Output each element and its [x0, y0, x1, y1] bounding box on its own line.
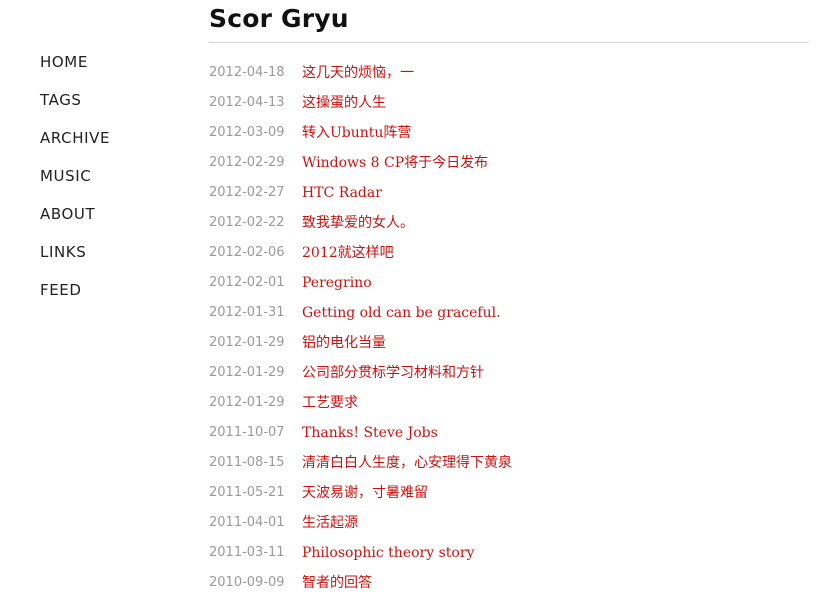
post-item: 2012-02-06 2012就这样吧 [209, 242, 512, 272]
post-item: 2012-04-13 这操蛋的人生 [209, 92, 512, 122]
post-title-link[interactable]: 铝的电化当量 [302, 332, 386, 354]
nav-item-music: MUSIC [40, 166, 110, 204]
post-title-link[interactable]: Windows 8 CP将于今日发布 [302, 152, 488, 174]
post-item: 2012-01-29 工艺要求 [209, 392, 512, 422]
post-item: 2011-10-07 Thanks! Steve Jobs [209, 422, 512, 452]
post-date: 2012-01-31 [209, 305, 285, 320]
post-date: 2012-01-29 [209, 365, 285, 380]
post-item: 2012-02-27 HTC Radar [209, 182, 512, 212]
post-item: 2010-09-09 智者的回答 [209, 572, 512, 596]
post-date: 2012-03-09 [209, 125, 285, 140]
post-item: 2012-02-01 Peregrino [209, 272, 512, 302]
post-title-link[interactable]: 这操蛋的人生 [302, 92, 386, 114]
post-date: 2011-04-01 [209, 515, 285, 530]
main-nav: HOME TAGS ARCHIVE MUSIC ABOUT LINKS FEED [40, 52, 110, 318]
post-date: 2012-04-13 [209, 95, 285, 110]
post-item: 2012-01-29 公司部分贯标学习材料和方针 [209, 362, 512, 392]
post-item: 2012-03-09 转入Ubuntu阵营 [209, 122, 512, 152]
post-item: 2012-04-18 这几天的烦恼，一 [209, 62, 512, 92]
post-title-link[interactable]: 致我挚爱的女人。 [302, 212, 414, 234]
post-date: 2011-03-11 [209, 545, 285, 560]
post-item: 2012-01-29 铝的电化当量 [209, 332, 512, 362]
post-title-link[interactable]: 生活起源 [302, 512, 358, 534]
nav-link-about[interactable]: ABOUT [40, 204, 95, 224]
nav-item-about: ABOUT [40, 204, 110, 242]
nav-link-feed[interactable]: FEED [40, 280, 82, 300]
post-date: 2012-01-29 [209, 335, 285, 350]
post-item: 2012-02-22 致我挚爱的女人。 [209, 212, 512, 242]
nav-item-archive: ARCHIVE [40, 128, 110, 166]
page: Scor Gryu HOME TAGS ARCHIVE MUSIC ABOUT … [0, 0, 825, 596]
post-title-link[interactable]: 天波易谢，寸暑难留 [302, 482, 428, 504]
post-title-link[interactable]: 公司部分贯标学习材料和方针 [302, 362, 484, 384]
nav-link-home[interactable]: HOME [40, 52, 88, 72]
post-title-link[interactable]: 清清白白人生度，心安理得下黄泉 [302, 452, 512, 474]
post-date: 2012-01-29 [209, 395, 285, 410]
post-title-link[interactable]: 转入Ubuntu阵营 [302, 122, 411, 144]
post-date: 2012-02-27 [209, 185, 285, 200]
nav-link-links[interactable]: LINKS [40, 242, 86, 262]
post-item: 2011-04-01 生活起源 [209, 512, 512, 542]
post-title-link[interactable]: Getting old can be graceful. [302, 302, 501, 324]
post-title-link[interactable]: 这几天的烦恼，一 [302, 62, 414, 84]
post-title-link[interactable]: Thanks! Steve Jobs [302, 422, 438, 444]
site-title[interactable]: Scor Gryu [209, 4, 349, 34]
nav-item-links: LINKS [40, 242, 110, 280]
post-item: 2011-05-21 天波易谢，寸暑难留 [209, 482, 512, 512]
post-item: 2011-08-15 清清白白人生度，心安理得下黄泉 [209, 452, 512, 482]
title-divider [209, 42, 809, 43]
post-date: 2011-08-15 [209, 455, 285, 470]
nav-item-tags: TAGS [40, 90, 110, 128]
post-title-link[interactable]: 工艺要求 [302, 392, 358, 414]
nav-link-music[interactable]: MUSIC [40, 166, 91, 186]
nav-item-home: HOME [40, 52, 110, 90]
post-date: 2012-02-06 [209, 245, 285, 260]
post-date: 2012-04-18 [209, 65, 285, 80]
post-title-link[interactable]: 智者的回答 [302, 572, 372, 594]
post-date: 2012-02-22 [209, 215, 285, 230]
nav-item-feed: FEED [40, 280, 110, 318]
post-date: 2011-05-21 [209, 485, 285, 500]
post-date: 2012-02-29 [209, 155, 285, 170]
post-item: 2011-03-11 Philosophic theory story [209, 542, 512, 572]
nav-link-archive[interactable]: ARCHIVE [40, 128, 110, 148]
post-date: 2012-02-01 [209, 275, 285, 290]
post-title-link[interactable]: HTC Radar [302, 182, 382, 204]
post-title-link[interactable]: Peregrino [302, 272, 372, 294]
post-date: 2010-09-09 [209, 575, 285, 590]
post-title-link[interactable]: Philosophic theory story [302, 542, 474, 564]
nav-link-tags[interactable]: TAGS [40, 90, 82, 110]
post-item: 2012-02-29 Windows 8 CP将于今日发布 [209, 152, 512, 182]
post-list: 2012-04-18 这几天的烦恼，一 2012-04-13 这操蛋的人生 2012… [209, 62, 512, 596]
post-title-link[interactable]: 2012就这样吧 [302, 242, 394, 264]
post-item: 2012-01-31 Getting old can be graceful. [209, 302, 512, 332]
post-date: 2011-10-07 [209, 425, 285, 440]
